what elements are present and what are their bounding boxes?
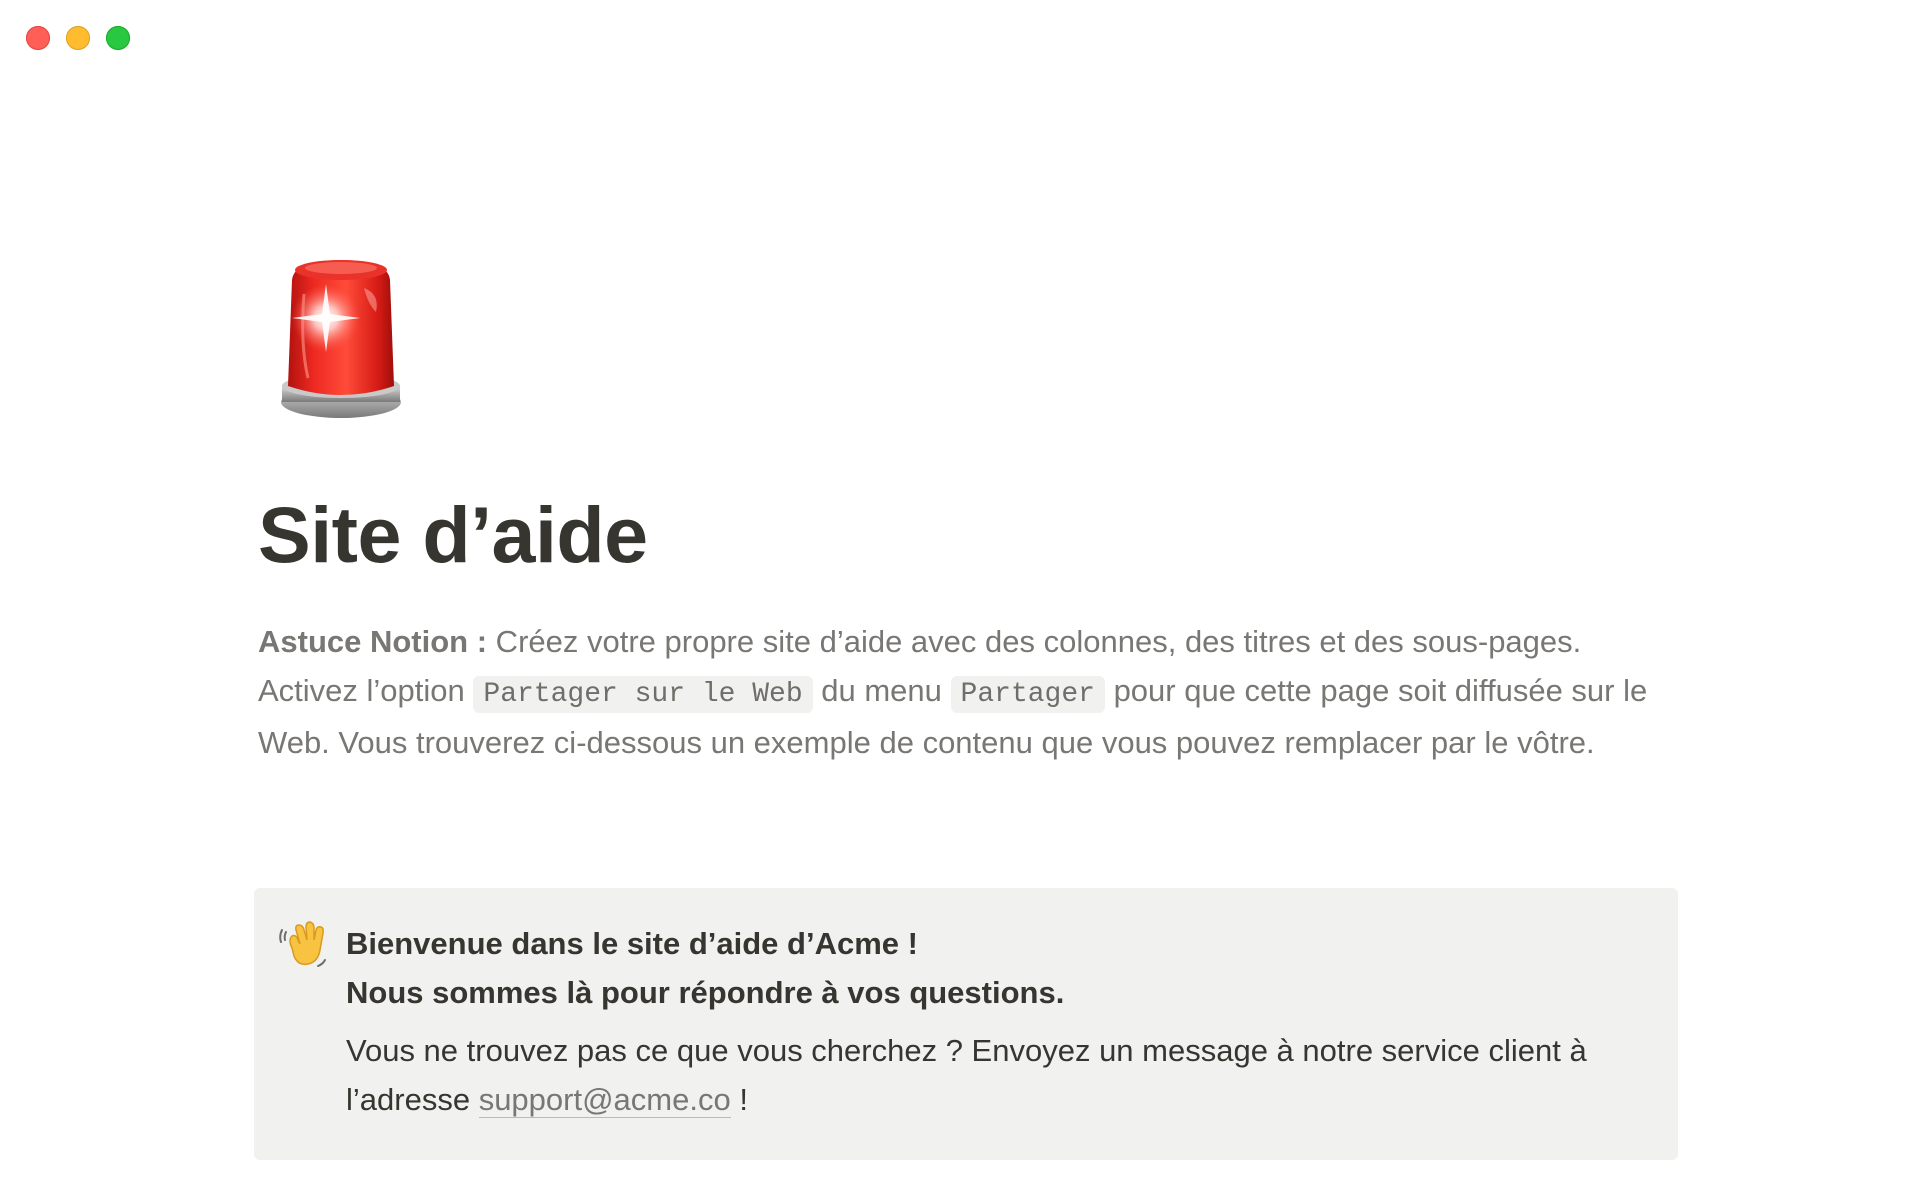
page-title[interactable]: Site d’aide — [258, 490, 648, 581]
window-minimize-button[interactable] — [66, 26, 90, 50]
tip-label: Astuce Notion : — [258, 624, 488, 659]
police-light-icon[interactable] — [276, 254, 406, 424]
callout-heading-line2: Nous sommes là pour répondre à vos quest… — [346, 974, 1065, 1010]
welcome-callout[interactable]: Bienvenue dans le site d’aide d’Acme ! N… — [254, 888, 1678, 1160]
callout-text[interactable]: Vous ne trouvez pas ce que vous cherchez… — [346, 1027, 1646, 1124]
callout-content: Bienvenue dans le site d’aide d’Acme ! N… — [346, 920, 1646, 1124]
waving-hand-icon[interactable] — [278, 918, 330, 970]
window-controls — [26, 26, 130, 50]
intro-text-2: du menu — [812, 672, 951, 708]
intro-paragraph[interactable]: Astuce Notion : Créez votre propre site … — [258, 618, 1688, 768]
callout-text-after-link: ! — [730, 1081, 748, 1117]
inline-code-share: Partager — [950, 675, 1105, 713]
callout-heading-line1: Bienvenue dans le site d’aide d’Acme ! — [346, 926, 918, 961]
inline-code-share-web: Partager sur le Web — [473, 675, 813, 713]
support-email-link[interactable]: support@acme.co — [478, 1081, 731, 1118]
window-close-button[interactable] — [26, 26, 50, 50]
window-maximize-button[interactable] — [106, 26, 130, 50]
callout-heading[interactable]: Bienvenue dans le site d’aide d’Acme ! N… — [346, 920, 1646, 1017]
